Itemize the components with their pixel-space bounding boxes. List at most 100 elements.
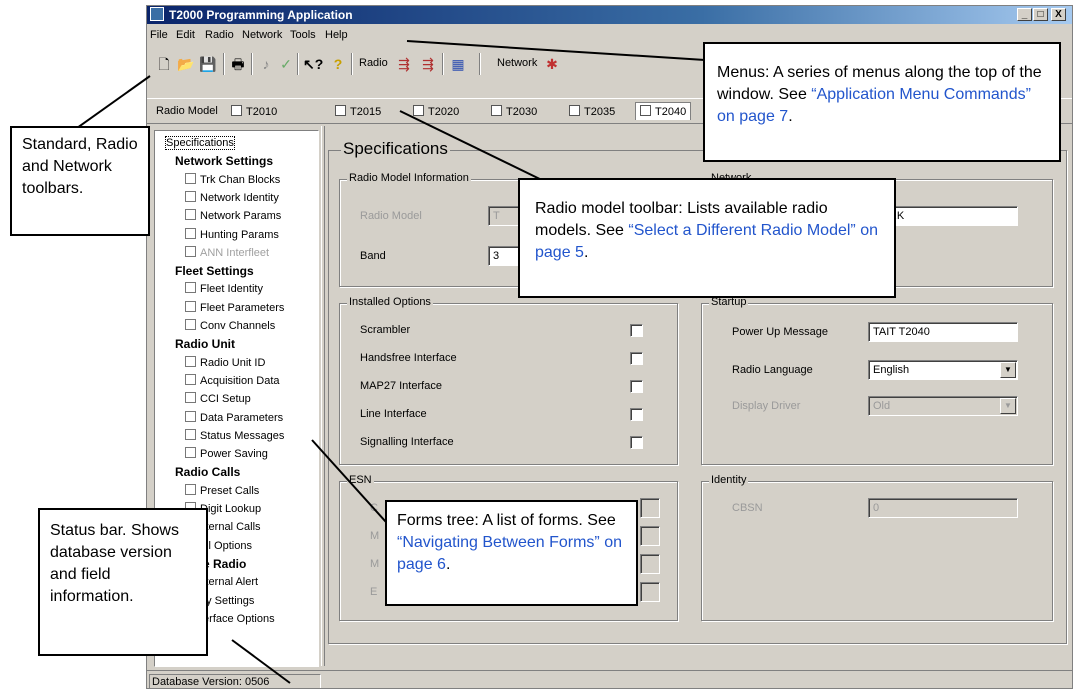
startup-group: Startup Power Up Message TAIT T2040 Radi… xyxy=(701,296,1053,465)
tree-item[interactable]: Network Identity xyxy=(185,190,279,207)
menu-tools[interactable]: Tools xyxy=(290,25,316,45)
cbsn-field: 0 xyxy=(868,498,1018,518)
toolbar-separator xyxy=(351,53,353,75)
menu-help[interactable]: Help xyxy=(325,25,348,45)
checkbox-icon xyxy=(185,447,196,459)
tree-category[interactable]: Radio Calls xyxy=(175,464,240,481)
save-icon[interactable]: 💾 xyxy=(199,55,217,73)
option-map27-label: MAP27 Interface xyxy=(360,380,442,392)
language-select[interactable]: English ▼ xyxy=(868,360,1018,380)
display-driver-label: Display Driver xyxy=(732,400,801,412)
tab-label: T2015 xyxy=(350,106,382,118)
option-map27-checkbox[interactable] xyxy=(630,380,643,393)
tree-item[interactable]: Preset Calls xyxy=(185,483,259,500)
callout-modelbar-end: . xyxy=(583,244,589,261)
display-driver-select: Old ▼ xyxy=(868,396,1018,416)
tree-item-label: Fleet Parameters xyxy=(200,301,285,314)
tab-t2030[interactable]: T2030 xyxy=(491,105,537,118)
menu-network[interactable]: Network xyxy=(242,25,282,45)
callout-toolbars-text: Standard, Radio and Network toolbars. xyxy=(22,136,138,197)
esn-label: M xyxy=(370,530,380,542)
tab-t2015[interactable]: T2015 xyxy=(335,105,381,118)
option-line-label: Line Interface xyxy=(360,408,427,420)
tab-t2010[interactable]: T2010 xyxy=(231,105,277,118)
group-legend: Installed Options xyxy=(347,296,433,308)
menu-edit[interactable]: Edit xyxy=(176,25,195,45)
group-legend: Radio Model Information xyxy=(347,172,471,184)
radio-model-field-label: Radio Model xyxy=(360,210,422,222)
help-pointer-icon[interactable]: ↖? xyxy=(303,55,323,73)
radio-read-icon[interactable]: ⇶ xyxy=(395,55,413,73)
checkbox-icon xyxy=(185,355,196,367)
option-handsfree-checkbox[interactable] xyxy=(630,352,643,365)
callout-tree-link[interactable]: “Navigating Between Forms” on page 6 xyxy=(397,534,622,573)
installed-options-group: Installed Options Scrambler Handsfree In… xyxy=(339,296,678,465)
tree-item-label: Data Parameters xyxy=(200,411,284,424)
callout-status-text: Status bar. Shows database version and f… xyxy=(50,522,179,605)
tree-item[interactable]: Data Parameters xyxy=(185,410,283,427)
tree-item[interactable]: Radio Unit ID xyxy=(185,355,265,372)
checkbox-icon xyxy=(185,410,196,422)
option-line-checkbox[interactable] xyxy=(630,408,643,421)
tree-item-label: Hunting Params xyxy=(200,228,279,241)
window-title: T2000 Programming Application xyxy=(169,8,353,22)
checkbox-icon xyxy=(413,105,424,116)
option-scrambler-checkbox[interactable] xyxy=(630,324,643,337)
tree-item-label: ey Settings xyxy=(200,594,255,607)
maximize-button[interactable]: □ xyxy=(1033,8,1048,21)
new-icon[interactable]: 🗋 xyxy=(155,55,173,73)
tree-item-label: Digit Lookup xyxy=(200,503,262,515)
esn-field xyxy=(640,582,660,602)
toolbar-separator xyxy=(479,53,481,75)
tree-category[interactable]: Network Settings xyxy=(175,153,273,170)
tree-item[interactable]: Fleet Identity xyxy=(185,281,263,298)
tree-item-label: ANN Interfleet xyxy=(200,246,270,259)
menu-file[interactable]: File xyxy=(150,25,168,45)
language-value: English xyxy=(873,364,910,376)
check-icon[interactable]: ✓ xyxy=(277,55,295,73)
tree-item-label: xternal Alert xyxy=(200,576,259,589)
tab-t2040[interactable]: T2040 xyxy=(635,102,692,120)
help-icon[interactable]: ? xyxy=(329,55,347,73)
tree-item-label: Network Settings xyxy=(175,154,274,169)
identity-group: Identity CBSN 0 xyxy=(701,474,1053,621)
tree-category[interactable]: Fleet Settings xyxy=(175,263,254,280)
open-icon[interactable]: 📂 xyxy=(177,55,195,73)
close-button[interactable]: X xyxy=(1051,8,1066,21)
chevron-down-icon[interactable]: ▼ xyxy=(1000,362,1016,378)
esn-label: M xyxy=(370,558,380,570)
option-signalling-label: Signalling Interface xyxy=(360,436,454,448)
tree-item[interactable]: CCI Setup xyxy=(185,391,251,408)
network-icon[interactable]: ✱ xyxy=(543,55,561,73)
leader-line-toolbars xyxy=(69,75,151,134)
tab-t2020[interactable]: T2020 xyxy=(413,105,459,118)
checkbox-icon xyxy=(185,245,196,257)
title-bar: T2000 Programming Application _ □ X xyxy=(147,6,1072,24)
tree-item-label: Radio Calls xyxy=(175,465,241,480)
tree-item-label: Acquisition Data xyxy=(200,374,280,387)
read-icon[interactable]: ♪ xyxy=(257,55,275,73)
tree-item[interactable]: Fleet Parameters xyxy=(185,300,284,317)
option-signalling-checkbox[interactable] xyxy=(630,436,643,449)
tree-item[interactable]: Hunting Params xyxy=(185,227,279,244)
checkbox-icon xyxy=(185,227,196,239)
tree-item[interactable]: Power Saving xyxy=(185,446,268,463)
tree-item[interactable]: Conv Channels xyxy=(185,318,275,335)
menu-radio[interactable]: Radio xyxy=(205,25,234,45)
callout-menus-end: . xyxy=(788,108,793,125)
checkbox-icon xyxy=(185,190,196,202)
checkbox-icon xyxy=(185,483,196,495)
radio-write-icon[interactable]: ⇶ xyxy=(419,55,437,73)
tree-item[interactable]: Network Params xyxy=(185,208,281,225)
tree-item[interactable]: Acquisition Data xyxy=(185,373,280,390)
tree-item[interactable]: Specifications xyxy=(165,135,235,152)
tree-category[interactable]: Radio Unit xyxy=(175,336,235,353)
toolbar-separator xyxy=(442,53,444,75)
tree-item[interactable]: Trk Chan Blocks xyxy=(185,172,280,189)
minimize-button[interactable]: _ xyxy=(1017,8,1032,21)
print-icon[interactable]: 🖶 xyxy=(229,55,247,73)
power-up-field[interactable]: TAIT T2040 xyxy=(868,322,1018,342)
tab-t2035[interactable]: T2035 xyxy=(569,105,615,118)
tree-item[interactable]: Status Messages xyxy=(185,428,284,445)
radio-program-icon[interactable]: ▦ xyxy=(449,55,467,73)
